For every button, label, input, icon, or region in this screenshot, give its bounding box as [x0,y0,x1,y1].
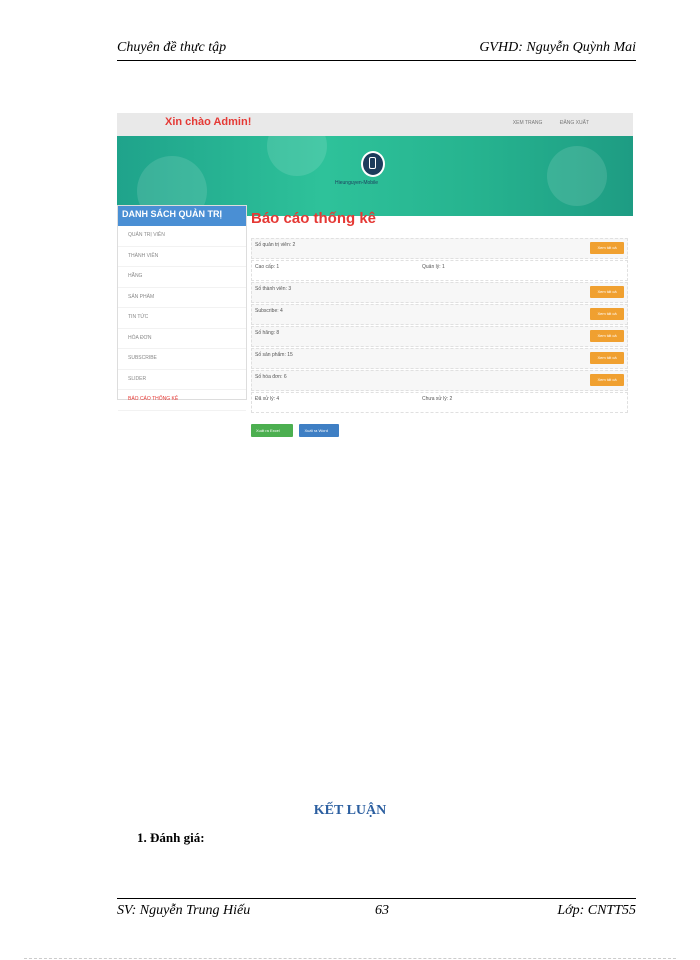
banner-bubble [267,136,327,176]
report-main: Báo cáo thống kê Số quản trị viên: 2 Xem … [251,205,628,437]
sidebar-item-subscribe[interactable]: SUBSCRIBE [118,349,246,370]
report-row: Số hóa đơn: 6 Xem tất cả [251,370,628,391]
sidebar-item-news[interactable]: TIN TỨC [118,308,246,329]
report-row: Đã xử lý: 4 Chưa xử lý: 2 [251,392,628,413]
sidebar-item-members[interactable]: THÀNH VIÊN [118,247,246,267]
report-row-label: Đã xử lý: 4 [255,396,280,402]
report-row-label: Số thành viên: 3 [255,286,292,292]
report-row: Subscribe: 4 Xem tất cả [251,304,628,325]
page-separator [24,958,676,959]
phone-logo-icon [361,151,385,177]
view-all-button[interactable]: Xem tất cả [590,330,624,342]
report-row-label: Cao cấp: 1 [255,264,280,270]
report-row: Số quản trị viên: 2 Xem tất cả [251,238,628,259]
view-all-button[interactable]: Xem tất cả [590,308,624,320]
export-buttons: Xuất ra Excel Xuất ra Word [251,419,628,437]
report-row: Số hãng: 8 Xem tất cả [251,326,628,347]
header-left: Chuyên đề thực tập [117,40,227,55]
footer-right: Lớp: CNTT55 [557,903,636,918]
view-all-button[interactable]: Xem tất cả [590,242,624,254]
sidebar-item-admins[interactable]: QUẢN TRỊ VIÊN [118,226,246,247]
admin-sidebar: DANH SÁCH QUẢN TRỊ QUẢN TRỊ VIÊN THÀNH V… [117,205,247,411]
report-row-label-2: Quản lý: 1 [422,264,445,270]
banner: Hieunguyen-Mobile [117,136,633,216]
sidebar-item-report[interactable]: BÁO CÁO THỐNG KÊ [118,390,246,411]
view-all-button[interactable]: Xem tất cả [590,286,624,298]
report-row-label: Số hóa đơn: 6 [255,374,287,380]
subsection-heading: 1. Đánh giá: [137,830,205,845]
sidebar-title: DANH SÁCH QUẢN TRỊ [118,206,246,226]
logo-text: Hieunguyen-Mobile [335,180,379,186]
footer-left: SV: Nguyễn Trung Hiếu [117,903,251,918]
export-excel-button[interactable]: Xuất ra Excel [251,424,293,437]
report-row-label: Số hãng: 8 [255,330,280,336]
top-links: XEM TRANG ĐĂNG XUẤT [497,120,589,126]
sidebar-item-slider[interactable]: SLIDER [118,370,246,390]
view-all-button[interactable]: Xem tất cả [590,352,624,364]
export-word-button[interactable]: Xuất ra Word [299,424,340,437]
admin-topbar: Xin chào Admin! XEM TRANG ĐĂNG XUẤT [117,113,633,136]
page-number: 63 [375,903,389,918]
report-row-label: Số quản trị viên: 2 [255,242,296,248]
sidebar-item-brands[interactable]: HÃNG [118,267,246,288]
sidebar-item-invoices[interactable]: HÓA ĐƠN [118,329,246,349]
greeting: Xin chào Admin! [165,116,252,128]
report-row-label-2: Chưa xử lý: 2 [422,396,453,402]
header-right: GVHD: Nguyễn Quỳnh Mai [479,40,636,55]
banner-bubble [547,146,607,206]
report-row-label: Số sản phẩm: 15 [255,352,293,358]
report-row: Số sản phẩm: 15 Xem tất cả [251,348,628,369]
view-site-link[interactable]: XEM TRANG [513,120,543,126]
admin-screenshot: Xin chào Admin! XEM TRANG ĐĂNG XUẤT Hieu… [117,113,633,437]
section-heading: KẾT LUẬN [313,803,387,818]
report-row: Số thành viên: 3 Xem tất cả [251,282,628,303]
report-rows: Số quản trị viên: 2 Xem tất cả Cao cấp: 1 Q… [251,238,628,413]
sidebar-item-products[interactable]: SẢN PHẨM [118,288,246,308]
report-row: Cao cấp: 1 Quản lý: 1 [251,260,628,281]
report-title: Báo cáo thống kê [251,210,377,227]
view-all-button[interactable]: Xem tất cả [590,374,624,386]
page-footer: SV: Nguyễn Trung Hiếu 63 Lớp: CNTT55 [117,898,636,923]
page-header: Chuyên đề thực tập GVHD: Nguyễn Quỳnh Ma… [117,38,636,61]
logout-link[interactable]: ĐĂNG XUẤT [560,120,589,126]
report-row-label: Subscribe: 4 [255,308,283,314]
